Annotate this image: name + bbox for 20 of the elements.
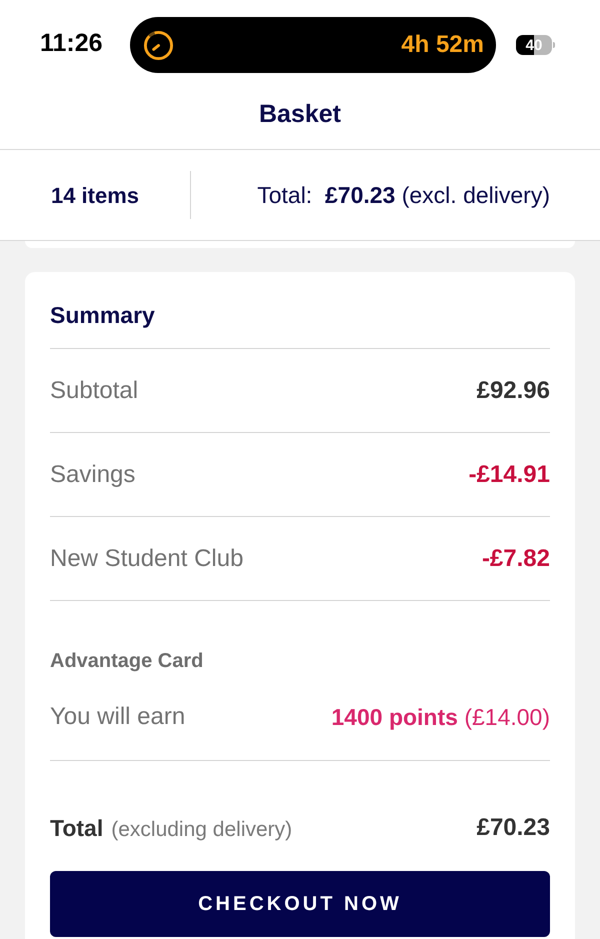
summary-value: -£7.82 <box>482 544 550 574</box>
status-time: 11:26 <box>40 29 103 57</box>
ring-icon <box>143 30 174 60</box>
summary-title: Summary <box>50 301 155 330</box>
points-value: 1400 points (£14.00) <box>331 702 550 732</box>
basket-total: Total: £70.23 (excl. delivery) <box>257 180 550 210</box>
section-heading: Advantage Card <box>50 649 204 673</box>
earn-label: You will earn <box>50 702 186 732</box>
item-count: 14 items <box>50 182 140 210</box>
summary-label: New Student Club <box>50 544 244 574</box>
summary-label: Subtotal <box>50 376 138 406</box>
summary-label: Savings <box>50 460 136 490</box>
checkout-button[interactable]: CHECKOUT NOW <box>50 871 550 937</box>
timer-text: 4h 52m <box>401 33 484 57</box>
total-value: £70.23 <box>476 813 550 843</box>
total-label: Total <box>50 814 104 843</box>
summary-value: £92.96 <box>476 376 550 406</box>
total-note: (excluding delivery) <box>111 816 292 843</box>
page-title: Basket <box>259 102 341 127</box>
summary-value: -£14.91 <box>468 460 550 490</box>
